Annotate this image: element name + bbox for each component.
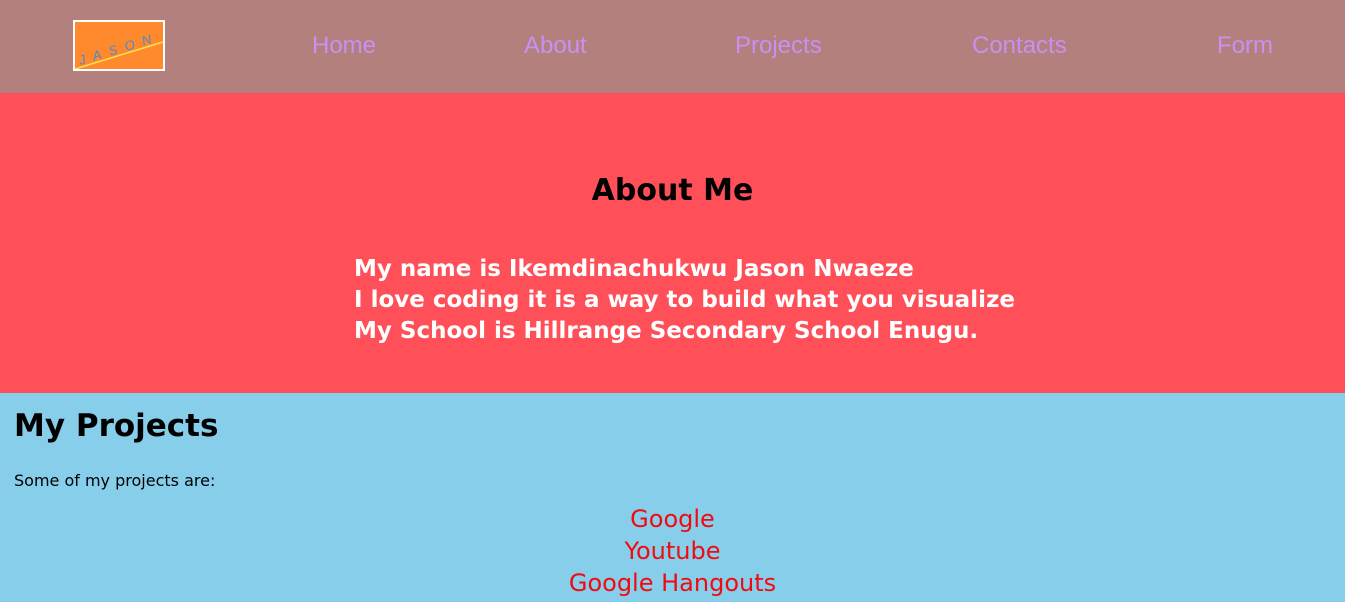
about-title: About Me [591,173,754,208]
logo[interactable]: JASON [73,20,165,71]
nav-link-about[interactable]: About [524,31,587,61]
projects-title: My Projects [14,408,219,444]
about-line-coding: I love coding it is a way to build what … [354,287,1015,313]
projects-section: My Projects Some of my projects are: Goo… [0,393,1345,602]
project-list: Google Youtube Google Hangouts [0,503,1345,599]
about-text: My name is Ikemdinachukwu Jason Nwaeze I… [354,254,1015,347]
nav-link-form[interactable]: Form [1217,31,1273,61]
project-link-youtube[interactable]: Youtube [0,535,1345,567]
logo-graphic: JASON [75,29,163,69]
about-line-name: My name is Ikemdinachukwu Jason Nwaeze [354,256,914,282]
nav-link-projects[interactable]: Projects [735,31,822,61]
nav-link-contacts[interactable]: Contacts [972,31,1067,61]
navbar: JASON Home About Projects Contacts Form [0,0,1345,93]
about-section: About Me My name is Ikemdinachukwu Jason… [0,93,1345,393]
project-link-google-hangouts[interactable]: Google Hangouts [0,567,1345,599]
project-link-google[interactable]: Google [0,503,1345,535]
projects-intro: Some of my projects are: [14,471,216,490]
nav-link-home[interactable]: Home [312,31,376,61]
logo-text: JASON [76,29,161,68]
about-line-school: My School is Hillrange Secondary School … [354,318,979,344]
